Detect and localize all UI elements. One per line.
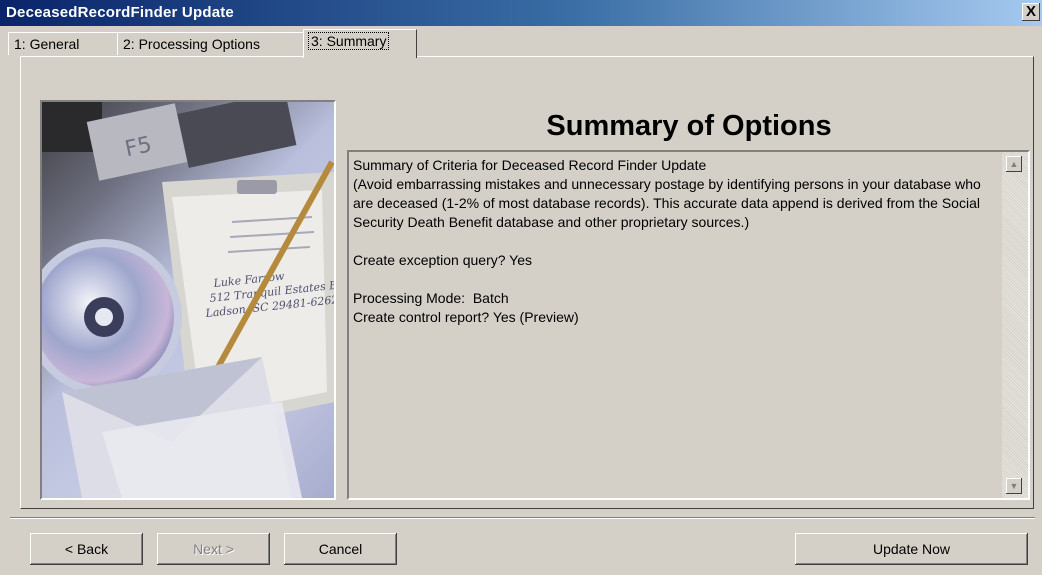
back-button[interactable]: < Back	[30, 533, 143, 565]
cancel-button[interactable]: Cancel	[284, 533, 397, 565]
divider	[10, 517, 1035, 519]
tab-summary[interactable]: 3: Summary	[303, 29, 417, 58]
summary-heading: Summary of Options	[546, 110, 832, 142]
title-bar: DeceasedRecordFinder Update X	[0, 0, 1042, 26]
next-button[interactable]: Next >	[157, 533, 270, 565]
tab-processing-options[interactable]: 2: Processing Options	[117, 32, 309, 55]
tab-summary-label: 3: Summary	[307, 32, 390, 50]
scroll-down-icon[interactable]: ▼	[1006, 478, 1022, 494]
decorative-image: F5 Luke Farrow 512 Tranquil Estates Blv …	[40, 100, 336, 500]
vertical-scrollbar[interactable]: ▲ ▼	[1002, 152, 1028, 498]
window-title: DeceasedRecordFinder Update	[6, 4, 234, 21]
tab-general[interactable]: 1: General	[8, 32, 124, 55]
tab-processing-options-label: 2: Processing Options	[123, 36, 260, 52]
summary-text: Summary of Criteria for Deceased Record …	[353, 157, 981, 325]
close-button[interactable]: X	[1022, 3, 1040, 21]
tab-general-label: 1: General	[14, 36, 80, 52]
summary-textbox[interactable]: Summary of Criteria for Deceased Record …	[347, 150, 1030, 500]
scroll-up-icon[interactable]: ▲	[1006, 156, 1022, 172]
update-now-button[interactable]: Update Now	[795, 533, 1028, 565]
